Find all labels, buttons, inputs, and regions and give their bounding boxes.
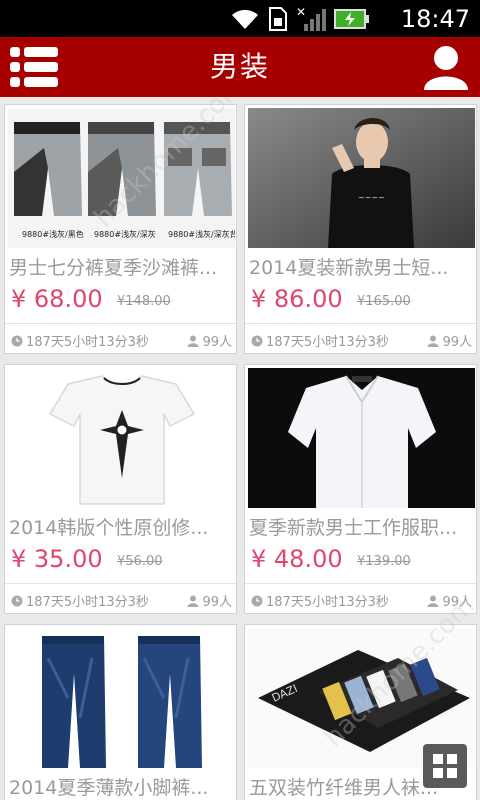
participant-count: 99人: [187, 591, 232, 610]
card-divider: [5, 583, 236, 584]
grid-view-button[interactable]: [423, 744, 467, 788]
image-caption: 9880#浅灰/黑色: [22, 229, 84, 239]
product-name: 2014韩版个性原创修...: [9, 517, 209, 539]
countdown-text: 187天5小时13分3秒: [26, 335, 149, 350]
product-card[interactable]: 9880#浅灰/黑色 9880#浅灰/深灰 9880#浅灰/深灰背面 男士七分裤…: [4, 104, 237, 354]
card-divider: [245, 323, 476, 324]
product-name: 2014夏装新款男士短...: [249, 257, 449, 279]
svg-text:~~~~: ~~~~: [358, 193, 385, 202]
person-icon: [187, 595, 199, 607]
status-clock: 18:47: [400, 5, 470, 33]
product-original-price: ¥56.00: [117, 554, 163, 569]
wifi-icon: [232, 9, 258, 29]
product-price: ¥ 86.00: [251, 285, 343, 313]
signal-icon: ✕: [296, 6, 326, 31]
participant-count: 99人: [427, 331, 472, 350]
participant-count: 99人: [187, 331, 232, 350]
participant-text: 99人: [442, 335, 472, 350]
user-profile-button[interactable]: [422, 44, 470, 90]
user-icon: [424, 46, 468, 90]
product-price: ¥ 35.00: [11, 545, 103, 573]
product-price: ¥ 48.00: [251, 545, 343, 573]
product-price: ¥ 68.00: [11, 285, 103, 313]
participant-text: 99人: [442, 595, 472, 610]
product-card[interactable]: 2014夏季薄款小脚裤...: [4, 624, 237, 800]
image-caption: 9880#浅灰/深灰背面: [168, 229, 235, 239]
countdown-text: 187天5小时13分3秒: [26, 595, 149, 610]
participant-text: 99人: [202, 595, 232, 610]
person-icon: [427, 595, 439, 607]
status-bar: ✕ 18:47: [0, 0, 480, 37]
page-title: 男装: [209, 50, 270, 83]
product-image-shorts: 9880#浅灰/黑色 9880#浅灰/深灰 9880#浅灰/深灰背面: [8, 108, 235, 248]
countdown-timer: 187天5小时13分3秒: [251, 591, 389, 610]
app-bar: 男装: [0, 37, 480, 97]
countdown-timer: 187天5小时13分3秒: [11, 331, 149, 350]
product-card[interactable]: 夏季新款男士工作服职... ¥ 48.00 ¥139.00 187天5小时13分…: [244, 364, 477, 614]
battery-charging-icon: [334, 9, 369, 29]
clock-icon: [11, 595, 23, 606]
countdown-timer: 187天5小时13分3秒: [11, 591, 149, 610]
card-divider: [245, 583, 476, 584]
product-image-jeans: [8, 628, 235, 768]
product-original-price: ¥148.00: [117, 294, 171, 309]
card-divider: [5, 323, 236, 324]
product-name: 男士七分裤夏季沙滩裤...: [9, 257, 218, 279]
clock-icon: [251, 595, 263, 606]
status-icons: ✕: [230, 4, 370, 34]
person-icon: [187, 335, 199, 347]
product-grid: 9880#浅灰/黑色 9880#浅灰/深灰 9880#浅灰/深灰背面 男士七分裤…: [0, 97, 480, 800]
product-name: 2014夏季薄款小脚裤...: [9, 777, 209, 799]
svg-text:✕: ✕: [296, 6, 306, 19]
product-card[interactable]: ~~~~ 2014夏装新款男士短... ¥ 86.00 ¥165.00 187天…: [244, 104, 477, 354]
product-image-printed-tshirt: [8, 368, 235, 508]
sim-card-icon: [269, 7, 287, 31]
grid-icon: [433, 754, 457, 778]
participant-text: 99人: [202, 335, 232, 350]
image-caption: 9880#浅灰/深灰: [94, 229, 156, 239]
product-image-dress-shirt: [248, 368, 475, 508]
product-name: 夏季新款男士工作服职...: [249, 517, 458, 539]
participant-count: 99人: [427, 591, 472, 610]
countdown-text: 187天5小时13分3秒: [266, 595, 389, 610]
countdown-timer: 187天5小时13分3秒: [251, 331, 389, 350]
person-icon: [427, 335, 439, 347]
product-card[interactable]: 2014韩版个性原创修... ¥ 35.00 ¥56.00 187天5小时13分…: [4, 364, 237, 614]
product-original-price: ¥139.00: [357, 554, 411, 569]
clock-icon: [11, 335, 23, 346]
product-image-tshirt-model: ~~~~: [248, 108, 475, 248]
clock-icon: [251, 335, 263, 346]
countdown-text: 187天5小时13分3秒: [266, 335, 389, 350]
product-original-price: ¥165.00: [357, 294, 411, 309]
